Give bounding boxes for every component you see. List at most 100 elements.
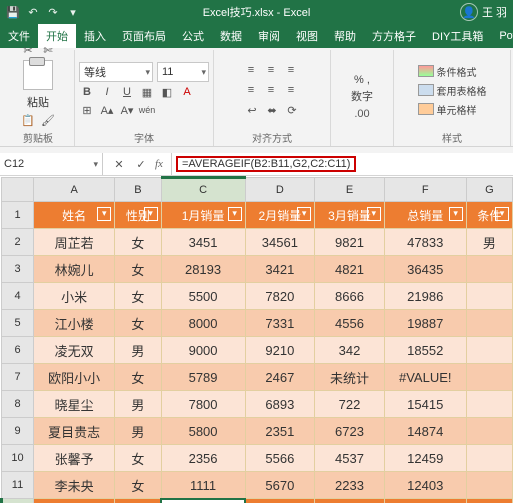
cell[interactable]: 2467 (245, 364, 315, 391)
row-header-11[interactable]: 11 (2, 472, 34, 499)
cell[interactable]: 女 (115, 283, 161, 310)
cancel-formula-icon[interactable]: ✕ (111, 156, 127, 172)
fx-icon[interactable]: fx (155, 158, 163, 170)
cell[interactable] (466, 337, 512, 364)
cell[interactable]: 张馨予 (34, 445, 115, 472)
cell[interactable]: 6723 (315, 418, 385, 445)
tab-formulas[interactable]: 公式 (174, 24, 212, 48)
bold-button[interactable]: B (79, 84, 95, 100)
cell[interactable] (466, 310, 512, 337)
account-icon[interactable]: 👤 (460, 3, 478, 21)
filter-dropdown-icon[interactable]: ▾ (144, 207, 158, 221)
format-painter-icon[interactable]: 🖌 (40, 112, 56, 128)
font-size-select[interactable]: 11 (157, 62, 209, 82)
cell[interactable]: 林婉儿 (34, 256, 115, 283)
cell[interactable]: 8000 (161, 310, 245, 337)
cut-icon[interactable]: ✂ (20, 42, 36, 58)
cell[interactable]: 4242.1 (315, 499, 385, 503)
cell[interactable]: 夏目贵志 (34, 418, 115, 445)
phonetic-icon[interactable]: wén (139, 102, 155, 118)
align-bottom-icon[interactable]: ≡ (283, 62, 299, 78)
cell[interactable]: 9000 (161, 337, 245, 364)
cell[interactable]: 2356 (161, 445, 245, 472)
cell[interactable] (466, 472, 512, 499)
tab-review[interactable]: 审阅 (250, 24, 288, 48)
cell[interactable] (466, 283, 512, 310)
cell[interactable]: 5566 (245, 445, 315, 472)
col-header-B[interactable]: B (115, 178, 161, 202)
cell[interactable]: 李未央 (34, 472, 115, 499)
cell[interactable]: 小米 (34, 283, 115, 310)
align-center-icon[interactable]: ≡ (263, 82, 279, 98)
filter-dropdown-icon[interactable]: ▾ (297, 207, 311, 221)
row-header-6[interactable]: 6 (2, 337, 34, 364)
align-top-icon[interactable]: ≡ (243, 62, 259, 78)
row-header-8[interactable]: 8 (2, 391, 34, 418)
cell[interactable]: 欧阳小小 (34, 364, 115, 391)
row-header-7[interactable]: 7 (2, 364, 34, 391)
cell[interactable]: 7800 (161, 391, 245, 418)
borders-icon[interactable]: ⊞ (79, 102, 95, 118)
cell[interactable]: 7820 (245, 283, 315, 310)
cell[interactable]: 5800 (161, 418, 245, 445)
underline-button[interactable]: U (119, 84, 135, 100)
cell[interactable]: #VALUE! (384, 364, 466, 391)
col-header-E[interactable]: E (315, 178, 385, 202)
tab-help[interactable]: 帮助 (326, 24, 364, 48)
orientation-icon[interactable]: ⟳ (284, 102, 300, 118)
cell[interactable] (466, 364, 512, 391)
decimal-icon[interactable]: .00 (354, 106, 370, 122)
filter-dropdown-icon[interactable]: ▾ (228, 207, 242, 221)
cell[interactable]: 14874 (384, 418, 466, 445)
cell[interactable]: 7331 (245, 310, 315, 337)
cell[interactable]: 12459 (384, 445, 466, 472)
wrap-text-icon[interactable]: ↩ (244, 102, 260, 118)
cell[interactable]: 34561 (245, 229, 315, 256)
name-box[interactable]: C12 (0, 153, 103, 175)
redo-icon[interactable]: ↷ (46, 5, 60, 19)
cell[interactable]: 4537 (315, 445, 385, 472)
tab-fangfang[interactable]: 方方格子 (364, 24, 424, 48)
cell[interactable]: 男 (466, 229, 512, 256)
cell[interactable]: 女 (115, 445, 161, 472)
cell[interactable]: 28193 (161, 256, 245, 283)
table-header-cell[interactable]: 1月销量▾ (161, 202, 245, 229)
cell[interactable]: 男 (115, 391, 161, 418)
cell[interactable] (466, 391, 512, 418)
cell[interactable]: 2233 (315, 472, 385, 499)
cell[interactable]: #VALUE! (384, 499, 466, 503)
tab-layout[interactable]: 页面布局 (114, 24, 174, 48)
row-header-1[interactable]: 1 (2, 202, 34, 229)
tab-data[interactable]: 数据 (212, 24, 250, 48)
col-header-C[interactable]: C (161, 178, 245, 202)
cell[interactable]: 1111 (161, 472, 245, 499)
cell[interactable] (466, 499, 512, 503)
select-all-corner[interactable] (2, 178, 34, 202)
cell[interactable]: 女 (115, 256, 161, 283)
grow-font-icon[interactable]: A▴ (99, 102, 115, 118)
row-header-10[interactable]: 10 (2, 445, 34, 472)
cell[interactable] (34, 499, 115, 503)
cell[interactable] (466, 445, 512, 472)
col-header-A[interactable]: A (34, 178, 115, 202)
cell[interactable]: 男 (115, 337, 161, 364)
cell[interactable]: 2351 (245, 418, 315, 445)
tab-powerpi[interactable]: Power Pi (491, 24, 513, 48)
cell[interactable]: 晓星尘 (34, 391, 115, 418)
table-header-cell[interactable]: 姓名▾ (34, 202, 115, 229)
align-left-icon[interactable]: ≡ (243, 82, 259, 98)
cell[interactable]: 342 (315, 337, 385, 364)
cell[interactable]: 3451 (161, 229, 245, 256)
italic-button[interactable]: I (99, 84, 115, 100)
cell[interactable] (245, 499, 315, 503)
row-header-3[interactable]: 3 (2, 256, 34, 283)
table-header-cell[interactable]: 总销量▾ (384, 202, 466, 229)
col-header-F[interactable]: F (384, 178, 466, 202)
formula-input[interactable]: =AVERAGEIF(B2:B11,G2,C2:C11) (172, 153, 513, 175)
cell[interactable]: 4821 (315, 256, 385, 283)
cell[interactable]: 7533.333 (161, 499, 245, 503)
row-header-9[interactable]: 9 (2, 418, 34, 445)
filter-dropdown-icon[interactable]: ▾ (495, 207, 509, 221)
font-color-button[interactable]: A (179, 84, 195, 100)
filter-dropdown-icon[interactable]: ▾ (367, 207, 381, 221)
